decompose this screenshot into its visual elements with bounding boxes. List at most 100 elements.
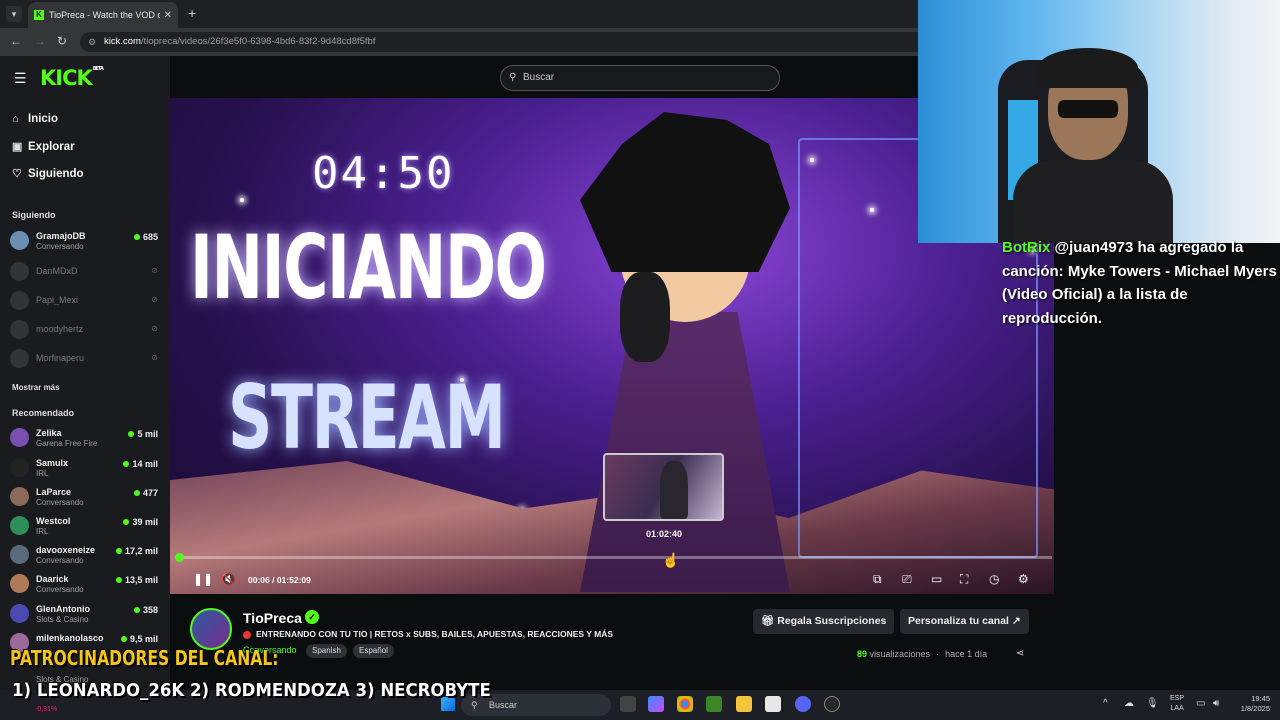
nav-explorar[interactable]: ▣ Explorar [12, 140, 75, 153]
app-icon[interactable] [824, 696, 840, 712]
store-icon[interactable] [765, 696, 781, 712]
menu-icon[interactable]: ☰ [14, 70, 27, 87]
url-field[interactable]: ⚙ kick.com/tiopreca/videos/26f3e5f0-6398… [80, 32, 918, 52]
search-input[interactable]: ⚲ Buscar [500, 65, 780, 91]
close-tab-icon[interactable]: ✕ [164, 10, 172, 21]
language-code: ESP [1170, 695, 1185, 702]
taskbar-search-placeholder: Buscar [489, 700, 518, 710]
playback-speed-icon[interactable]: ◷ [989, 572, 999, 586]
reload-icon[interactable]: ↻ [57, 34, 67, 48]
clip-icon[interactable]: ⎚ [902, 572, 912, 587]
character-hair [580, 112, 790, 272]
kick-logo[interactable]: KICKBETA [40, 66, 104, 90]
home-icon: ⌂ [12, 113, 19, 125]
viewer-count-value: 9,5 mil [129, 634, 158, 644]
sidebar-channel-samulx[interactable]: Samulx IRL 14 mil [10, 456, 160, 480]
site-info-icon[interactable]: ⚙ [88, 32, 96, 52]
channel-name: DanMDxD [36, 266, 78, 276]
customize-channel-button[interactable]: Personaliza tu canal ↗ [900, 609, 1029, 634]
nav-inicio[interactable]: ⌂ Inicio [12, 113, 58, 125]
sidebar-channel-westcol[interactable]: Westcol IRL 39 mil [10, 514, 160, 538]
new-tab-icon[interactable]: + [188, 5, 196, 21]
settings-icon[interactable]: ⚙ [1018, 572, 1029, 586]
channel-category: Slots & Casino [36, 615, 89, 624]
heart-icon: ♡ [12, 168, 22, 180]
nav-siguiendo[interactable]: ♡ Siguiendo [12, 167, 84, 180]
forward-icon[interactable]: → [34, 34, 46, 48]
gift-subs-button[interactable]: 🎁︎ Regala Suscripciones [753, 609, 895, 634]
offline-icon: ⊘ [151, 353, 158, 362]
search-placeholder: Buscar [523, 72, 555, 83]
channel-name: Daarick [36, 574, 69, 584]
browser-tab[interactable]: K TioPreca - Watch the VOD on Kick ✕ [28, 2, 178, 28]
playback-time: 00:06 / 01:52:09 [248, 575, 311, 585]
search-icon: ⚲ [509, 72, 517, 83]
chat-overlay-message: BotRix @juan4973 ha agregado la canción:… [1002, 236, 1280, 356]
taskbar-clock[interactable]: 19:45 1/8/2025 [1230, 694, 1270, 714]
channel-name[interactable]: TioPreca [243, 610, 302, 626]
tab-search-icon[interactable]: ▾ [6, 6, 22, 22]
sidebar-channel-laparce[interactable]: LaParce Conversando 477 [10, 485, 160, 509]
sidebar-channel-danmdxd[interactable]: DanMDxD ⊘ [10, 260, 160, 284]
miniplayer-icon[interactable]: ⧉ [873, 572, 882, 587]
channel-name: GlenAntonio [36, 604, 90, 614]
channel-category: Conversando [36, 585, 84, 594]
minecraft-icon[interactable] [706, 696, 722, 712]
onedrive-icon[interactable]: ☁ [1124, 698, 1134, 709]
stream-title: ENTRENANDO CON TU TIO | RETOS x SUBS, BA… [243, 629, 613, 639]
sidebar-channel-moodyhertz[interactable]: moodyhertz ⊘ [10, 318, 160, 342]
seek-bar[interactable] [174, 553, 1052, 562]
sidebar-channel-papi-mexi[interactable]: Papi_Mexi ⊘ [10, 289, 160, 313]
clock-date: 1/8/2025 [1240, 704, 1270, 713]
sidebar-channel-davooxeneize[interactable]: davooxeneize Conversando 17,2 mil [10, 543, 160, 567]
channel-avatar[interactable] [190, 608, 232, 650]
avatar [10, 320, 29, 339]
chrome-icon[interactable] [677, 696, 693, 712]
mute-icon[interactable]: 🔇 [221, 572, 236, 586]
viewer-count: 13,5 mil [115, 575, 158, 585]
volume-icon[interactable]: 🔊︎ [1213, 698, 1219, 709]
external-link-icon: ↗ [1008, 615, 1021, 627]
stream-title-text: ENTRENANDO CON TU TIO | RETOS x SUBS, BA… [256, 629, 614, 639]
copilot-icon[interactable] [648, 696, 664, 712]
microphone-icon[interactable]: 🎙︎ [1146, 698, 1159, 709]
recommended-header: Recomendado [12, 408, 75, 418]
live-dot-icon [120, 636, 127, 642]
tray-chevron-icon[interactable]: ^ [1103, 698, 1108, 709]
file-explorer-icon[interactable] [736, 696, 752, 712]
viewer-count: 685 [133, 232, 158, 242]
compass-icon: ▣ [12, 141, 23, 153]
network-icon[interactable]: ▭ [1196, 698, 1205, 709]
sidebar-channel-zelika[interactable]: Zelika Garena Free Fire 5 mil [10, 426, 160, 450]
seek-preview-time: 01:02:40 [646, 529, 683, 539]
viewer-count-value: 39 mil [132, 517, 158, 527]
share-icon[interactable]: ⋖ [1016, 648, 1024, 659]
channel-category: IRL [36, 469, 49, 478]
theater-mode-icon[interactable]: ▭ [931, 572, 942, 586]
avatar [10, 458, 29, 477]
clock-time: 19:45 [1251, 694, 1270, 703]
offline-icon: ⊘ [151, 295, 158, 304]
show-more-link[interactable]: Mostrar más [12, 383, 60, 392]
following-header: Siguiendo [12, 210, 56, 220]
live-dot-icon [123, 461, 130, 467]
url-path: /tiopreca/videos/26f3e5f0-6398-4bd6-83f2… [140, 36, 376, 47]
channel-name: GramajoDB [36, 231, 86, 241]
language-indicator[interactable]: ESP LAA [1170, 694, 1184, 714]
live-dot-icon [128, 431, 135, 437]
seek-bar-handle[interactable] [174, 553, 184, 562]
viewer-count: 17,2 mil [115, 546, 158, 556]
sidebar-channel-gramajodb[interactable]: GramajoDB Conversando 685 [10, 229, 160, 253]
sidebar-channel-morfinaperu[interactable]: Morfinaperu ⊘ [10, 347, 160, 371]
viewer-count: 358 [133, 605, 158, 615]
logo-text: KICK [40, 66, 93, 90]
tag-spanish[interactable]: Spanish [306, 644, 347, 658]
fullscreen-icon[interactable]: ⛶ [960, 572, 968, 587]
back-icon[interactable]: ← [10, 34, 22, 48]
tag-espanol[interactable]: Español [353, 644, 394, 658]
sidebar-channel-daarick[interactable]: Daarick Conversando 13,5 mil [10, 572, 160, 596]
discord-icon[interactable] [795, 696, 811, 712]
pause-icon[interactable]: ❚❚ [193, 572, 213, 586]
sidebar-channel-glenantonio[interactable]: GlenAntonio Slots & Casino 358 [10, 602, 160, 626]
task-view-icon[interactable] [620, 696, 636, 712]
